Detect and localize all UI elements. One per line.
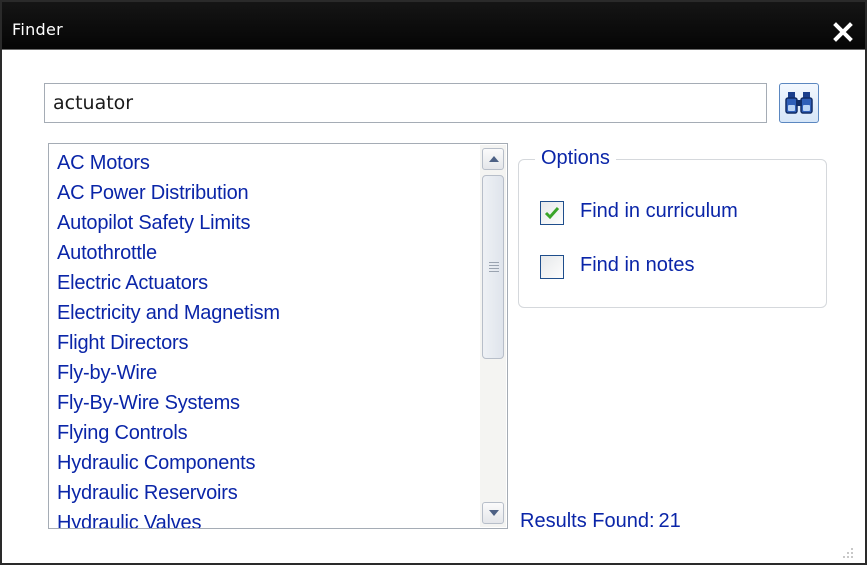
list-item[interactable]: Fly-by-Wire bbox=[49, 358, 479, 388]
find-in-curriculum-checkbox[interactable] bbox=[540, 201, 564, 225]
list-item[interactable]: Autopilot Safety Limits bbox=[49, 208, 479, 238]
title-bar[interactable]: Finder bbox=[2, 2, 865, 50]
list-item[interactable]: Hydraulic Components bbox=[49, 448, 479, 478]
vertical-scrollbar[interactable] bbox=[480, 145, 506, 527]
list-item[interactable]: AC Motors bbox=[49, 148, 479, 178]
find-in-curriculum-label: Find in curriculum bbox=[580, 200, 738, 222]
find-in-notes-checkbox[interactable] bbox=[540, 255, 564, 279]
list-item[interactable]: Fly-By-Wire Systems bbox=[49, 388, 479, 418]
scroll-thumb[interactable] bbox=[482, 175, 504, 359]
finder-window: Finder AC Motors AC Power Distributio bbox=[0, 0, 867, 565]
list-item[interactable]: Electricity and Magnetism bbox=[49, 298, 479, 328]
results-list[interactable]: AC Motors AC Power Distribution Autopilo… bbox=[48, 143, 508, 529]
list-item[interactable]: Flying Controls bbox=[49, 418, 479, 448]
scroll-down-button[interactable] bbox=[482, 502, 504, 524]
resize-grip-icon[interactable] bbox=[839, 544, 855, 560]
find-button[interactable] bbox=[779, 83, 819, 123]
search-input[interactable] bbox=[44, 83, 767, 123]
list-item[interactable]: AC Power Distribution bbox=[49, 178, 479, 208]
options-legend: Options bbox=[535, 147, 616, 170]
chevron-up-icon bbox=[489, 156, 499, 162]
results-items: AC Motors AC Power Distribution Autopilo… bbox=[49, 148, 479, 528]
find-in-notes-label: Find in notes bbox=[580, 254, 695, 276]
list-item[interactable]: Autothrottle bbox=[49, 238, 479, 268]
window-title: Finder bbox=[12, 20, 64, 39]
binoculars-icon bbox=[785, 92, 813, 114]
list-item[interactable]: Flight Directors bbox=[49, 328, 479, 358]
list-item[interactable]: Hydraulic Valves bbox=[49, 508, 479, 528]
scroll-up-button[interactable] bbox=[482, 148, 504, 170]
list-item[interactable]: Hydraulic Reservoirs bbox=[49, 478, 479, 508]
results-found-label: Results Found: bbox=[520, 510, 655, 532]
list-item[interactable]: Electric Actuators bbox=[49, 268, 479, 298]
grip-icon bbox=[489, 262, 499, 272]
options-group: Options Find in curriculum Find in notes bbox=[518, 147, 827, 308]
close-button[interactable] bbox=[833, 22, 853, 42]
checkmark-icon bbox=[544, 207, 560, 220]
chevron-down-icon bbox=[489, 510, 499, 516]
results-count: 21 bbox=[658, 510, 681, 532]
finder-content: AC Motors AC Power Distribution Autopilo… bbox=[10, 52, 857, 562]
results-found-status: Results Found: 21 bbox=[520, 510, 681, 533]
close-icon bbox=[833, 22, 853, 42]
